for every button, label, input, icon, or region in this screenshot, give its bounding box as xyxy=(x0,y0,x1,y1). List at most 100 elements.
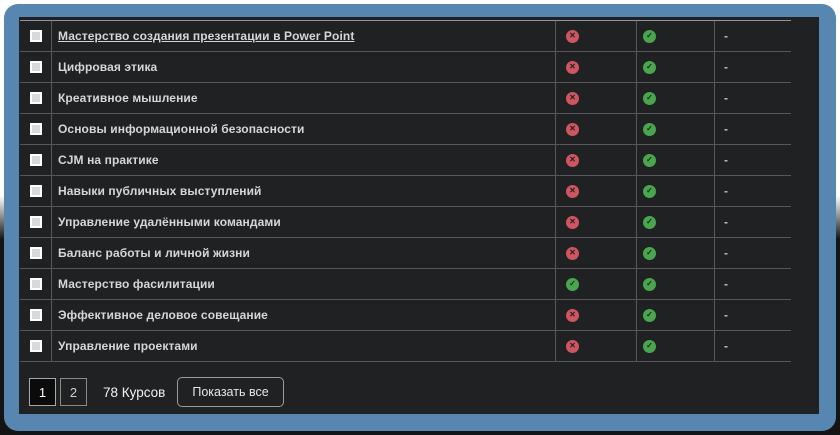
status1-cell: ✕ xyxy=(556,21,637,51)
course-name-cell: Управление проектами xyxy=(52,331,556,361)
course-name[interactable]: Креативное мышление xyxy=(58,91,198,105)
status1-cell: ✓ xyxy=(556,269,637,299)
check-in-circle-icon: ✓ xyxy=(566,278,579,291)
row-checkbox[interactable] xyxy=(30,30,42,42)
cross-in-circle-icon: ✕ xyxy=(566,216,579,229)
row-checkbox[interactable] xyxy=(30,216,42,228)
course-name-cell: Мастерство создания презентации в Power … xyxy=(52,21,556,51)
row-checkbox[interactable] xyxy=(30,340,42,352)
checkbox-cell xyxy=(20,300,52,330)
status1-cell: ✕ xyxy=(556,331,637,361)
page-button-2[interactable]: 2 xyxy=(60,378,87,406)
cross-in-circle-icon: ✕ xyxy=(566,309,579,322)
checkbox-cell xyxy=(20,176,52,206)
status1-cell: ✕ xyxy=(556,207,637,237)
status1-cell: ✕ xyxy=(556,83,637,113)
table-row: Мастерство создания презентации в Power … xyxy=(20,21,791,52)
row-checkbox[interactable] xyxy=(30,278,42,290)
pagination-bar: 1 2 78 Курсов Показать все xyxy=(29,377,819,407)
row-checkbox[interactable] xyxy=(30,247,42,259)
course-name[interactable]: Управление проектами xyxy=(58,339,198,353)
checkbox-cell xyxy=(20,21,52,51)
table-row: Баланс работы и личной жизни ✕ ✓ - xyxy=(20,238,791,269)
course-name[interactable]: Мастерство фасилитации xyxy=(58,277,215,291)
course-table: Мастерство создания презентации в Power … xyxy=(20,20,791,362)
check-in-circle-icon: ✓ xyxy=(643,185,656,198)
status1-cell: ✕ xyxy=(556,238,637,268)
course-count-label: 78 Курсов xyxy=(103,385,165,400)
course-name[interactable]: Баланс работы и личной жизни xyxy=(58,246,250,260)
show-all-button[interactable]: Показать все xyxy=(177,377,283,407)
check-in-circle-icon: ✓ xyxy=(643,309,656,322)
course-name-cell: Навыки публичных выступлений xyxy=(52,176,556,206)
extra-cell: - xyxy=(715,145,791,175)
status2-cell: ✓ xyxy=(637,176,715,206)
page-button-1[interactable]: 1 xyxy=(29,378,56,406)
course-name[interactable]: CJM на практике xyxy=(58,153,159,167)
check-in-circle-icon: ✓ xyxy=(643,278,656,291)
status1-cell: ✕ xyxy=(556,300,637,330)
status1-cell: ✕ xyxy=(556,176,637,206)
status1-cell: ✕ xyxy=(556,52,637,82)
extra-cell: - xyxy=(715,21,791,51)
check-in-circle-icon: ✓ xyxy=(643,216,656,229)
extra-cell: - xyxy=(715,331,791,361)
extra-cell: - xyxy=(715,207,791,237)
row-checkbox[interactable] xyxy=(30,123,42,135)
row-checkbox[interactable] xyxy=(30,61,42,73)
status2-cell: ✓ xyxy=(637,300,715,330)
course-name[interactable]: Управление удалёнными командами xyxy=(58,215,281,229)
cross-in-circle-icon: ✕ xyxy=(566,61,579,74)
checkbox-cell xyxy=(20,238,52,268)
course-name[interactable]: Цифровая этика xyxy=(58,60,157,74)
status2-cell: ✓ xyxy=(637,114,715,144)
status1-cell: ✕ xyxy=(556,145,637,175)
extra-cell: - xyxy=(715,300,791,330)
course-name[interactable]: Эффективное деловое совещание xyxy=(58,308,268,322)
course-name-cell: Управление удалёнными командами xyxy=(52,207,556,237)
course-name-cell: Креативное мышление xyxy=(52,83,556,113)
table-row: Эффективное деловое совещание ✕ ✓ - xyxy=(20,300,791,331)
cross-in-circle-icon: ✕ xyxy=(566,123,579,136)
cross-in-circle-icon: ✕ xyxy=(566,154,579,167)
cross-in-circle-icon: ✕ xyxy=(566,340,579,353)
table-row: Управление удалёнными командами ✕ ✓ - xyxy=(20,207,791,238)
table-row: Креативное мышление ✕ ✓ - xyxy=(20,83,791,114)
check-in-circle-icon: ✓ xyxy=(643,247,656,260)
check-in-circle-icon: ✓ xyxy=(643,154,656,167)
extra-cell: - xyxy=(715,269,791,299)
cross-in-circle-icon: ✕ xyxy=(566,247,579,260)
status2-cell: ✓ xyxy=(637,52,715,82)
extra-cell: - xyxy=(715,238,791,268)
course-name[interactable]: Мастерство создания презентации в Power … xyxy=(58,29,354,43)
course-name-cell: Эффективное деловое совещание xyxy=(52,300,556,330)
row-checkbox[interactable] xyxy=(30,92,42,104)
course-name-cell: Основы информационной безопасности xyxy=(52,114,556,144)
course-table-body: Мастерство создания презентации в Power … xyxy=(20,21,791,362)
checkbox-cell xyxy=(20,207,52,237)
cross-in-circle-icon: ✕ xyxy=(566,30,579,43)
row-checkbox[interactable] xyxy=(30,154,42,166)
table-row: Мастерство фасилитации ✓ ✓ - xyxy=(20,269,791,300)
checkbox-cell xyxy=(20,331,52,361)
status2-cell: ✓ xyxy=(637,331,715,361)
checkbox-cell xyxy=(20,114,52,144)
checkbox-cell xyxy=(20,145,52,175)
check-in-circle-icon: ✓ xyxy=(643,92,656,105)
status2-cell: ✓ xyxy=(637,83,715,113)
checkbox-cell xyxy=(20,52,52,82)
status2-cell: ✓ xyxy=(637,238,715,268)
check-in-circle-icon: ✓ xyxy=(643,61,656,74)
extra-cell: - xyxy=(715,176,791,206)
course-name[interactable]: Основы информационной безопасности xyxy=(58,122,304,136)
extra-cell: - xyxy=(715,114,791,144)
course-name-cell: Мастерство фасилитации xyxy=(52,269,556,299)
status1-cell: ✕ xyxy=(556,114,637,144)
course-name[interactable]: Навыки публичных выступлений xyxy=(58,184,262,198)
status2-cell: ✓ xyxy=(637,269,715,299)
row-checkbox[interactable] xyxy=(30,309,42,321)
checkbox-cell xyxy=(20,83,52,113)
row-checkbox[interactable] xyxy=(30,185,42,197)
cross-in-circle-icon: ✕ xyxy=(566,185,579,198)
table-row: Основы информационной безопасности ✕ ✓ - xyxy=(20,114,791,145)
